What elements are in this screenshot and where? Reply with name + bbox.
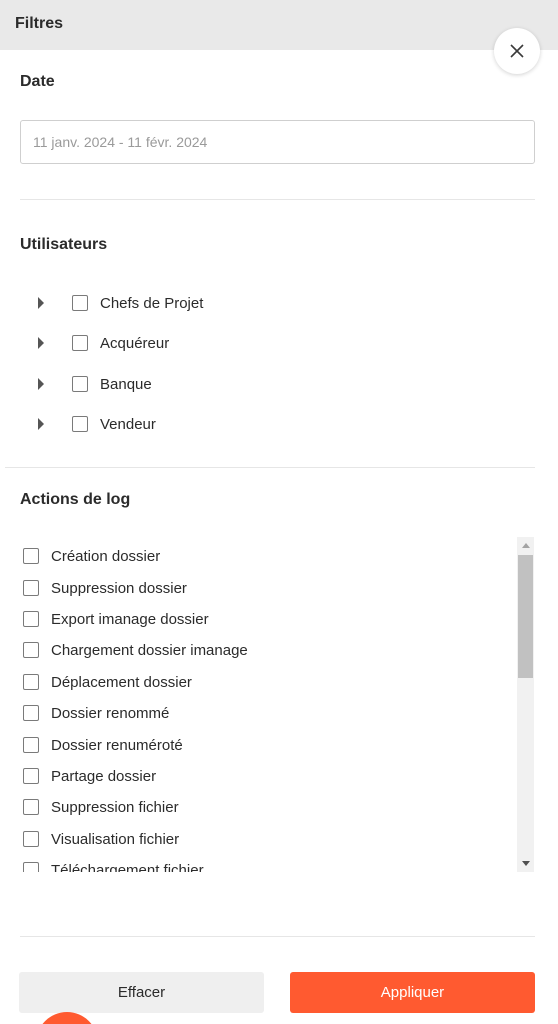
log-action-checkbox[interactable] [23, 799, 39, 815]
user-group-label: Vendeur [100, 415, 156, 433]
scroll-down-arrow-icon[interactable] [517, 855, 534, 872]
filters-header: Filtres [0, 0, 558, 50]
close-icon [510, 44, 524, 58]
log-action-checkbox[interactable] [23, 737, 39, 753]
list-item[interactable]: Partage dossier [23, 765, 156, 787]
log-action-label: Dossier renommé [51, 704, 170, 722]
list-item[interactable]: Chargement dossier imanage [23, 639, 248, 661]
divider [5, 467, 535, 468]
list-item[interactable]: Dossier renuméroté [23, 734, 183, 756]
log-action-label: Export imanage dossier [51, 610, 209, 628]
list-item[interactable]: Création dossier [23, 545, 160, 567]
expand-caret-icon[interactable] [34, 336, 48, 350]
list-item[interactable]: Déplacement dossier [23, 671, 192, 693]
apply-button[interactable]: Appliquer [290, 972, 535, 1013]
filters-title: Filtres [15, 15, 64, 32]
expand-caret-icon[interactable] [34, 296, 48, 310]
list-item[interactable]: Dossier renommé [23, 702, 169, 724]
log-action-label: Visualisation fichier [51, 830, 180, 848]
log-action-label: Téléchargement fichier [51, 861, 204, 873]
log-actions-section-title: Actions de log [20, 491, 131, 508]
list-item[interactable]: Visualisation fichier [23, 828, 179, 850]
user-group-label: Banque [100, 375, 152, 393]
user-group-chefs-de-projet[interactable]: Chefs de Projet [34, 292, 203, 314]
log-action-label: Chargement dossier imanage [51, 641, 248, 659]
user-group-checkbox[interactable] [72, 295, 88, 311]
log-action-label: Partage dossier [51, 767, 157, 785]
expand-caret-icon[interactable] [34, 377, 48, 391]
log-action-checkbox[interactable] [23, 548, 39, 564]
divider [20, 936, 535, 937]
users-section-title: Utilisateurs [20, 236, 108, 253]
log-action-checkbox[interactable] [23, 611, 39, 627]
user-group-label: Acquéreur [100, 334, 170, 352]
log-list-scrollbar[interactable] [517, 537, 534, 872]
scrollbar-thumb[interactable] [518, 555, 533, 678]
user-group-acquereur[interactable]: Acquéreur [34, 332, 169, 354]
user-group-checkbox[interactable] [72, 335, 88, 351]
list-item[interactable]: Suppression dossier [23, 577, 187, 599]
floating-action-button[interactable] [36, 1012, 98, 1024]
user-group-banque[interactable]: Banque [34, 373, 152, 395]
log-action-checkbox[interactable] [23, 642, 39, 658]
log-action-checkbox[interactable] [23, 862, 39, 872]
date-section-title: Date [20, 73, 55, 90]
list-item[interactable]: Suppression fichier [23, 796, 179, 818]
log-action-label: Suppression dossier [51, 579, 187, 597]
user-group-vendeur[interactable]: Vendeur [34, 413, 156, 435]
log-action-label: Déplacement dossier [51, 673, 192, 691]
log-action-label: Dossier renuméroté [51, 736, 183, 754]
log-action-checkbox[interactable] [23, 580, 39, 596]
list-item[interactable]: Export imanage dossier [23, 608, 209, 630]
log-action-checkbox[interactable] [23, 674, 39, 690]
log-action-checkbox[interactable] [23, 831, 39, 847]
clear-button[interactable]: Effacer [19, 972, 264, 1013]
user-group-checkbox[interactable] [72, 376, 88, 392]
date-range-input[interactable] [20, 120, 535, 164]
list-item[interactable]: Téléchargement fichier [23, 859, 204, 872]
user-group-label: Chefs de Projet [100, 294, 204, 312]
log-action-label: Création dossier [51, 547, 161, 565]
scroll-up-arrow-icon[interactable] [517, 537, 534, 554]
divider [20, 199, 535, 200]
log-actions-list[interactable]: Création dossier Suppression dossier Exp… [0, 540, 535, 872]
log-action-checkbox[interactable] [23, 705, 39, 721]
log-action-checkbox[interactable] [23, 768, 39, 784]
expand-caret-icon[interactable] [34, 417, 48, 431]
close-button[interactable] [494, 28, 540, 74]
log-action-label: Suppression fichier [51, 798, 179, 816]
user-group-checkbox[interactable] [72, 416, 88, 432]
